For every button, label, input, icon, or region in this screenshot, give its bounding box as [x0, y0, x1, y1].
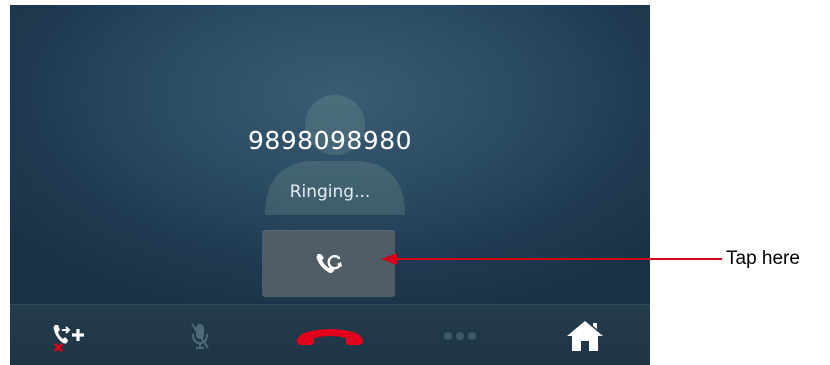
phone-call-screen: 9898098980 Ringing... [10, 5, 650, 365]
swap-call-icon [316, 253, 342, 273]
add-call-button[interactable] [40, 305, 100, 365]
caller-number: 9898098980 [247, 126, 413, 155]
end-call-icon [297, 328, 363, 345]
annotation-line [395, 258, 722, 260]
more-options-button[interactable] [430, 305, 490, 365]
add-call-disabled-icon [53, 324, 84, 352]
swap-call-button[interactable] [262, 230, 395, 297]
mute-button[interactable] [170, 305, 230, 365]
end-call-button[interactable] [288, 305, 372, 365]
home-button[interactable] [555, 305, 615, 365]
annotation-label: Tap here [726, 248, 800, 269]
mute-disabled-icon [191, 322, 209, 349]
home-icon [567, 320, 603, 351]
call-control-bar [10, 304, 650, 365]
call-status: Ringing... [289, 182, 371, 202]
more-dots-icon [444, 331, 476, 340]
